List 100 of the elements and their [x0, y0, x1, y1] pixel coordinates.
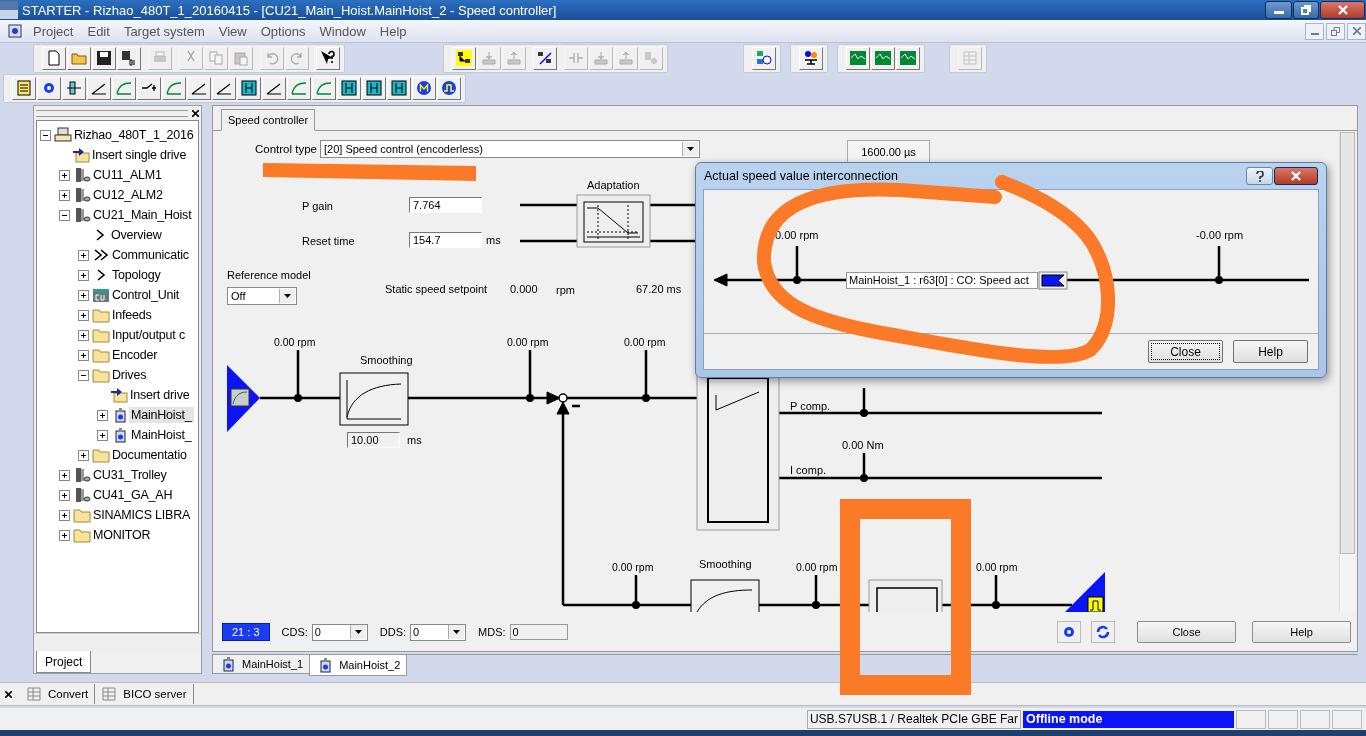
toolbar-button[interactable] — [452, 46, 476, 70]
collapse-icon[interactable] — [40, 129, 51, 141]
setpoint-input-block[interactable] — [227, 365, 260, 432]
menu-item[interactable]: Target system — [116, 23, 212, 39]
toolbar-button[interactable] — [533, 46, 557, 70]
menu-item[interactable]: View — [211, 23, 254, 39]
expand-icon[interactable] — [59, 489, 70, 501]
toolbar-button[interactable] — [316, 46, 340, 70]
panel-grip[interactable] — [36, 109, 188, 117]
expand-icon[interactable] — [97, 409, 108, 421]
smoothing-block[interactable] — [690, 579, 760, 612]
toolbar-button[interactable] — [137, 76, 161, 100]
p-gain-field[interactable]: 7.764 — [409, 197, 482, 213]
toolbar-button[interactable] — [337, 76, 361, 100]
restore-button[interactable] — [1293, 1, 1319, 19]
toolbar-button[interactable] — [37, 76, 61, 100]
toolbar-button[interactable] — [237, 76, 261, 100]
interconnection-field[interactable]: MainHoist_1 : r63[0] : CO: Speed act — [846, 272, 1038, 289]
sample-time-readout[interactable]: 1600.00 µs — [847, 140, 930, 163]
reference-model-dropdown[interactable]: Off — [227, 287, 297, 305]
collapse-icon[interactable] — [59, 209, 70, 221]
menu-item[interactable]: Help — [372, 23, 414, 39]
document-tab[interactable]: MainHoist_1 — [212, 655, 311, 674]
expand-icon[interactable] — [78, 329, 89, 341]
tree-item[interactable]: Input/output c — [110, 327, 187, 343]
control-type-dropdown[interactable]: [20] Speed control (encoderless) — [320, 140, 700, 158]
toolbar-button[interactable] — [212, 76, 236, 100]
expand-icon[interactable] — [78, 449, 89, 461]
vertical-scrollbar[interactable] — [1339, 132, 1355, 612]
menu-item[interactable]: Options — [253, 23, 313, 39]
close-button[interactable] — [1320, 1, 1365, 19]
tree-item[interactable]: Overview — [109, 227, 164, 243]
dialog-button[interactable]: Help — [1252, 621, 1351, 643]
tree-item[interactable]: Communicatic — [110, 247, 191, 263]
tree-item[interactable]: Drives — [110, 367, 149, 383]
minimize-button[interactable] — [1265, 1, 1292, 19]
expand-icon[interactable] — [78, 289, 89, 301]
connector-flag-icon[interactable] — [1038, 271, 1068, 290]
toolbar-button[interactable] — [437, 76, 461, 100]
cds-dropdown[interactable]: 0 — [311, 623, 368, 641]
tree-item[interactable]: CU31_Trolley — [91, 467, 169, 483]
toolbar-button[interactable] — [412, 76, 436, 100]
toolbar-button[interactable] — [62, 76, 86, 100]
tree-item[interactable]: CU41_GA_AH — [91, 487, 175, 503]
tree-item[interactable]: SINAMICS LIBRA — [91, 507, 193, 523]
expand-icon[interactable] — [78, 309, 89, 321]
toolbar-button[interactable] — [187, 76, 211, 100]
tree-item[interactable]: Documentatio — [110, 447, 189, 463]
tree-item[interactable]: Rizhao_480T_1_2016 — [72, 127, 196, 143]
tree-item[interactable]: Insert drive — [128, 387, 192, 403]
tree-item[interactable]: CU21_Main_Hoist — [91, 207, 194, 223]
tree-item[interactable]: Infeeds — [110, 307, 154, 323]
toolbar-button[interactable] — [799, 46, 823, 70]
tree-item[interactable]: Control_Unit — [110, 287, 182, 303]
function-block[interactable] — [868, 579, 943, 612]
expand-icon[interactable] — [78, 269, 89, 281]
close-icon[interactable] — [192, 109, 199, 117]
expand-icon[interactable] — [78, 249, 89, 261]
toolbar-button[interactable] — [117, 46, 141, 70]
dialog-button[interactable]: Help — [1233, 340, 1308, 363]
toolbar-button[interactable] — [262, 76, 286, 100]
menu-item[interactable]: Window — [312, 23, 373, 39]
refresh-button[interactable] — [1091, 621, 1115, 643]
tree-item[interactable]: MONITOR — [91, 527, 153, 543]
toolbar-button[interactable] — [387, 76, 411, 100]
close-icon[interactable] — [5, 690, 12, 698]
help-button[interactable] — [1246, 167, 1273, 185]
tree-item[interactable]: CU11_ALM1 — [91, 167, 164, 183]
reset-time-field[interactable]: 154.7 — [409, 232, 482, 248]
expand-icon[interactable] — [78, 349, 89, 361]
settings-button[interactable] — [1057, 621, 1081, 643]
expand-icon[interactable] — [59, 469, 70, 481]
toolbar-button[interactable] — [92, 46, 116, 70]
toolbar-button[interactable] — [87, 76, 111, 100]
expand-icon[interactable] — [97, 429, 108, 441]
document-tab[interactable]: MainHoist_2 — [309, 655, 408, 676]
collapse-icon[interactable] — [78, 369, 89, 381]
dialog-button[interactable]: Close — [1148, 340, 1223, 363]
tree-item[interactable]: MainHoist_ — [129, 407, 194, 423]
tree-item[interactable]: CU12_ALM2 — [91, 187, 165, 203]
smoothing-block[interactable] — [339, 372, 409, 426]
menu-item[interactable]: Project — [26, 23, 81, 39]
mds-field[interactable]: 0 — [509, 624, 568, 640]
expand-icon[interactable] — [59, 509, 70, 521]
adaptation-block[interactable] — [576, 194, 651, 248]
tree-item[interactable]: Topology — [110, 267, 163, 283]
tree-item[interactable]: Insert single drive — [90, 147, 189, 163]
editor-tab[interactable]: Speed controller — [221, 109, 316, 131]
tree-item[interactable]: MainHoist_ — [129, 427, 194, 443]
expand-icon[interactable] — [59, 189, 70, 201]
toolbar-button[interactable] — [362, 76, 386, 100]
dds-dropdown[interactable]: 0 — [410, 623, 467, 641]
smoothing-time-field[interactable]: 10.00 — [347, 432, 400, 448]
tree-item[interactable]: Encoder — [110, 347, 160, 363]
dialog-button[interactable]: Close — [1137, 621, 1236, 643]
output-block[interactable] — [1065, 572, 1105, 612]
panel-tab[interactable]: Project — [36, 651, 92, 673]
expand-icon[interactable] — [59, 529, 70, 541]
menu-item[interactable]: Edit — [80, 23, 117, 39]
expand-icon[interactable] — [59, 169, 70, 181]
